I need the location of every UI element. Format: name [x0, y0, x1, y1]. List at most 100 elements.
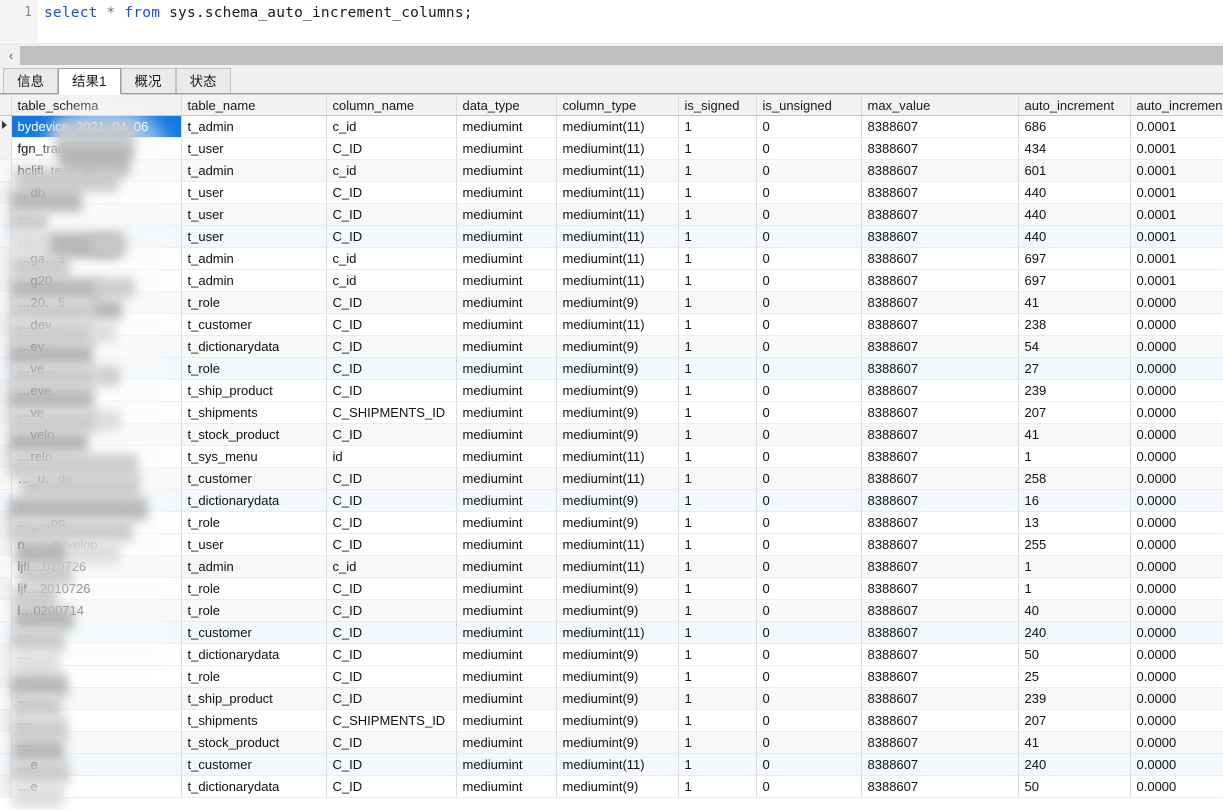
cell-column_name[interactable]: C_ID: [326, 358, 456, 380]
cell-is_unsigned[interactable]: 0: [756, 204, 861, 226]
cell-column_type[interactable]: mediumint(11): [556, 248, 678, 270]
cell-is_unsigned[interactable]: 0: [756, 138, 861, 160]
cell-column_name[interactable]: C_ID: [326, 600, 456, 622]
cell-is_unsigned[interactable]: 0: [756, 314, 861, 336]
cell-auto_increment[interactable]: 240: [1018, 622, 1130, 644]
cell-table_schema[interactable]: …: [11, 622, 181, 644]
column-header-max_value[interactable]: max_value: [861, 95, 1018, 116]
column-header-is_signed[interactable]: is_signed: [678, 95, 756, 116]
cell-max_value[interactable]: 8388607: [861, 336, 1018, 358]
cell-column_name[interactable]: C_ID: [326, 138, 456, 160]
cell-table_name[interactable]: t_dictionarydata: [181, 336, 326, 358]
cell-auto_increment_ratio[interactable]: 0.0001: [1130, 270, 1223, 292]
cell-auto_increment[interactable]: 440: [1018, 226, 1130, 248]
row-selector[interactable]: [0, 688, 11, 710]
cell-column_name[interactable]: C_SHIPMENTS_ID: [326, 710, 456, 732]
cell-column_type[interactable]: mediumint(11): [556, 138, 678, 160]
row-selector[interactable]: [0, 600, 11, 622]
cell-is_signed[interactable]: 1: [678, 358, 756, 380]
cell-auto_increment[interactable]: 41: [1018, 732, 1130, 754]
cell-table_name[interactable]: t_stock_product: [181, 732, 326, 754]
cell-max_value[interactable]: 8388607: [861, 622, 1018, 644]
cell-auto_increment[interactable]: 41: [1018, 424, 1130, 446]
cell-table_schema[interactable]: …ga…3: [11, 248, 181, 270]
cell-max_value[interactable]: 8388607: [861, 666, 1018, 688]
cell-auto_increment[interactable]: 54: [1018, 336, 1130, 358]
cell-auto_increment_ratio[interactable]: 0.0001: [1130, 138, 1223, 160]
cell-column_type[interactable]: mediumint(11): [556, 534, 678, 556]
cell-table_schema[interactable]: …dev…: [11, 314, 181, 336]
cell-is_signed[interactable]: 1: [678, 292, 756, 314]
cell-table_name[interactable]: t_customer: [181, 622, 326, 644]
cell-is_signed[interactable]: 1: [678, 754, 756, 776]
cell-data_type[interactable]: mediumint: [456, 402, 556, 424]
cell-auto_increment_ratio[interactable]: 0.0000: [1130, 578, 1223, 600]
cell-column_type[interactable]: mediumint(11): [556, 160, 678, 182]
cell-data_type[interactable]: mediumint: [456, 644, 556, 666]
cell-auto_increment[interactable]: 686: [1018, 116, 1130, 138]
cell-table_name[interactable]: t_user: [181, 226, 326, 248]
cell-is_unsigned[interactable]: 0: [756, 556, 861, 578]
cell-data_type[interactable]: mediumint: [456, 424, 556, 446]
table-row[interactable]: …_…opt_roleC_IDmediumintmediumint(9)1083…: [0, 512, 1223, 534]
cell-data_type[interactable]: mediumint: [456, 732, 556, 754]
cell-table_name[interactable]: t_user: [181, 204, 326, 226]
cell-table_schema[interactable]: …eve: [11, 380, 181, 402]
cell-column_type[interactable]: mediumint(9): [556, 402, 678, 424]
cell-is_signed[interactable]: 1: [678, 138, 756, 160]
table-row[interactable]: …t_userC_IDmediumintmediumint(11)1083886…: [0, 204, 1223, 226]
cell-column_type[interactable]: mediumint(11): [556, 622, 678, 644]
row-selector[interactable]: [0, 138, 11, 160]
cell-data_type[interactable]: mediumint: [456, 314, 556, 336]
cell-max_value[interactable]: 8388607: [861, 424, 1018, 446]
cell-auto_increment_ratio[interactable]: 0.0000: [1130, 600, 1223, 622]
row-selector[interactable]: [0, 116, 11, 138]
cell-max_value[interactable]: 8388607: [861, 292, 1018, 314]
cell-is_signed[interactable]: 1: [678, 468, 756, 490]
cell-data_type[interactable]: mediumint: [456, 578, 556, 600]
cell-auto_increment_ratio[interactable]: 0.0000: [1130, 292, 1223, 314]
cell-max_value[interactable]: 8388607: [861, 204, 1018, 226]
cell-auto_increment[interactable]: 238: [1018, 314, 1130, 336]
row-selector[interactable]: [0, 556, 11, 578]
cell-is_signed[interactable]: 1: [678, 732, 756, 754]
cell-column_name[interactable]: C_ID: [326, 578, 456, 600]
cell-auto_increment_ratio[interactable]: 0.0000: [1130, 446, 1223, 468]
cell-auto_increment_ratio[interactable]: 0.0000: [1130, 336, 1223, 358]
cell-data_type[interactable]: mediumint: [456, 160, 556, 182]
cell-table_name[interactable]: t_customer: [181, 314, 326, 336]
cell-auto_increment[interactable]: 27: [1018, 358, 1130, 380]
row-selector[interactable]: [0, 358, 11, 380]
cell-column_type[interactable]: mediumint(11): [556, 754, 678, 776]
cell-column_type[interactable]: mediumint(9): [556, 776, 678, 798]
cell-table_schema[interactable]: hcljfl_te…714: [11, 160, 181, 182]
cell-auto_increment[interactable]: 50: [1018, 776, 1130, 798]
cell-auto_increment_ratio[interactable]: 0.0000: [1130, 622, 1223, 644]
cell-column_type[interactable]: mediumint(11): [556, 182, 678, 204]
cell-column_name[interactable]: id: [326, 446, 456, 468]
cell-data_type[interactable]: mediumint: [456, 182, 556, 204]
cell-data_type[interactable]: mediumint: [456, 666, 556, 688]
cell-column_type[interactable]: mediumint(11): [556, 314, 678, 336]
cell-is_unsigned[interactable]: 0: [756, 446, 861, 468]
cell-data_type[interactable]: mediumint: [456, 754, 556, 776]
cell-is_signed[interactable]: 1: [678, 512, 756, 534]
cell-is_unsigned[interactable]: 0: [756, 116, 861, 138]
cell-column_type[interactable]: mediumint(9): [556, 600, 678, 622]
cell-column_type[interactable]: mediumint(11): [556, 270, 678, 292]
cell-column_type[interactable]: mediumint(9): [556, 644, 678, 666]
cell-is_signed[interactable]: 1: [678, 182, 756, 204]
cell-is_signed[interactable]: 1: [678, 578, 756, 600]
row-selector[interactable]: [0, 666, 11, 688]
cell-auto_increment_ratio[interactable]: 0.0001: [1130, 116, 1223, 138]
cell-column_name[interactable]: C_ID: [326, 226, 456, 248]
cell-max_value[interactable]: 8388607: [861, 402, 1018, 424]
cell-column_name[interactable]: C_SHIPMENTS_ID: [326, 402, 456, 424]
column-header-auto_increment_ra[interactable]: auto_increment_ra: [1130, 95, 1223, 116]
cell-data_type[interactable]: mediumint: [456, 512, 556, 534]
cell-data_type[interactable]: mediumint: [456, 600, 556, 622]
cell-is_signed[interactable]: 1: [678, 248, 756, 270]
cell-max_value[interactable]: 8388607: [861, 688, 1018, 710]
table-row[interactable]: …t_customerC_IDmediumintmediumint(11)108…: [0, 622, 1223, 644]
cell-is_signed[interactable]: 1: [678, 380, 756, 402]
